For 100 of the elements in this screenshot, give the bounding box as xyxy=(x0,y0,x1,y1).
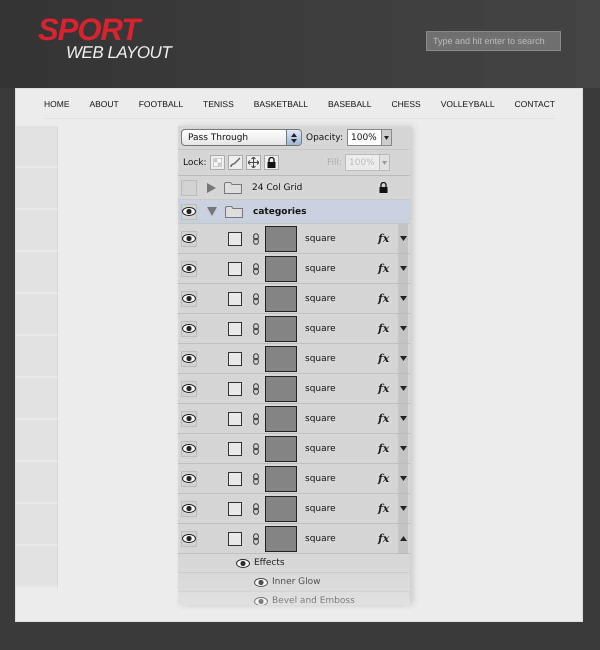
layer-group-name: categories xyxy=(253,206,308,216)
mask-thumbnail xyxy=(228,532,242,546)
layer-thumbnail xyxy=(265,346,297,372)
link-icon xyxy=(253,352,259,364)
mask-thumbnail xyxy=(228,412,242,426)
fx-label: fx xyxy=(378,382,390,395)
layer-group-row[interactable]: 24 Col Grid xyxy=(178,176,410,200)
layer-thumbnail xyxy=(265,256,297,282)
fx-label: fx xyxy=(378,412,390,425)
eye-icon[interactable] xyxy=(181,290,197,306)
layer-name: square xyxy=(305,534,337,544)
dropdown-arrow-icon xyxy=(382,160,387,164)
logo-subtitle: WEB LAYOUT xyxy=(66,44,172,62)
layer-name: square xyxy=(305,414,337,424)
fx-label: fx xyxy=(378,352,390,365)
effects-label: Effects xyxy=(254,558,285,568)
eye-icon[interactable] xyxy=(181,204,197,220)
eye-icon[interactable] xyxy=(181,380,197,396)
link-icon xyxy=(253,322,259,334)
collapsed-triangle-icon[interactable] xyxy=(207,182,216,192)
link-icon xyxy=(253,532,259,544)
nav-link[interactable]: CHESS xyxy=(391,98,421,108)
link-icon xyxy=(253,472,259,484)
fx-label: fx xyxy=(378,322,390,335)
visibility-toggle[interactable] xyxy=(181,180,197,196)
lock-icon[interactable] xyxy=(264,155,279,170)
eye-icon[interactable] xyxy=(181,500,197,516)
layer-thumbnail xyxy=(265,316,297,342)
eye-icon[interactable] xyxy=(254,578,268,586)
mask-thumbnail xyxy=(228,262,242,276)
expanded-triangle-icon[interactable] xyxy=(207,207,217,216)
layer-name: square xyxy=(305,474,337,484)
fx-label: fx xyxy=(378,292,390,305)
mask-thumbnail xyxy=(228,232,242,246)
layer-name: square xyxy=(305,264,337,274)
layer-group-name: 24 Col Grid xyxy=(252,182,304,192)
nav-link[interactable]: BASEBALL xyxy=(328,98,372,108)
layer-name: square xyxy=(305,384,337,394)
lock-label: Lock: xyxy=(183,158,207,168)
mask-thumbnail xyxy=(228,472,242,486)
eye-icon[interactable] xyxy=(181,350,197,366)
eye-icon[interactable] xyxy=(181,470,197,486)
layer-name: square xyxy=(305,324,337,334)
lock-transparency-icon[interactable] xyxy=(210,155,225,170)
link-icon xyxy=(253,232,259,244)
eye-icon[interactable] xyxy=(181,530,197,546)
dropdown-arrow-icon xyxy=(384,136,389,140)
layer-thumbnail xyxy=(265,496,297,522)
layer-thumbnail xyxy=(265,226,297,252)
logo-title: SPORT xyxy=(38,16,172,44)
eye-icon[interactable] xyxy=(181,410,197,426)
layer-name: square xyxy=(305,234,337,244)
link-icon xyxy=(253,382,259,394)
stepper-icon xyxy=(291,132,297,142)
layer-thumbnail xyxy=(265,286,297,312)
fx-label: fx xyxy=(378,502,390,515)
search-field[interactable]: Type and hit enter to search xyxy=(426,31,561,51)
eye-icon[interactable] xyxy=(181,320,197,336)
nav-link[interactable]: FOOTBALL xyxy=(138,98,184,108)
nav-link[interactable]: VOLLEYBALL xyxy=(440,98,495,108)
layer-thumbnail xyxy=(265,406,297,432)
blend-mode-dropdown[interactable]: Pass Through xyxy=(181,129,302,146)
nav-link[interactable]: BASKETBALL xyxy=(254,98,308,108)
mask-thumbnail xyxy=(228,352,242,366)
link-icon xyxy=(253,502,259,514)
link-icon xyxy=(253,292,259,304)
mask-thumbnail xyxy=(228,292,242,306)
layer-thumbnail xyxy=(265,436,297,462)
eye-icon[interactable] xyxy=(181,440,197,456)
opacity-field[interactable]: 100% xyxy=(347,129,392,146)
effect-name: Bevel and Emboss xyxy=(272,596,355,605)
mask-thumbnail xyxy=(228,382,242,396)
move-icon[interactable] xyxy=(246,155,261,170)
mask-thumbnail xyxy=(228,442,242,456)
layer-group-row[interactable]: categories xyxy=(178,200,410,224)
nav-link[interactable]: TENISS xyxy=(203,98,234,108)
link-icon xyxy=(253,412,259,424)
fx-label: fx xyxy=(378,232,390,245)
layer-thumbnail xyxy=(265,466,297,492)
mask-thumbnail xyxy=(228,502,242,516)
folder-icon xyxy=(225,205,243,218)
layer-name: square xyxy=(305,294,337,304)
fx-label: fx xyxy=(378,262,390,275)
fx-label: fx xyxy=(378,532,390,545)
nav-link[interactable]: ABOUT xyxy=(89,98,119,108)
layer-name: square xyxy=(305,444,337,454)
layer-thumbnail xyxy=(265,376,297,402)
effect-name: Inner Glow xyxy=(272,577,321,587)
layer-thumbnail xyxy=(265,526,297,552)
nav-link[interactable]: HOME xyxy=(44,98,70,108)
brush-icon[interactable] xyxy=(228,155,243,170)
nav-link[interactable]: CONTACT xyxy=(514,98,555,108)
fx-label: fx xyxy=(378,472,390,485)
eye-icon[interactable] xyxy=(236,558,250,568)
eye-icon[interactable] xyxy=(181,230,197,246)
eye-icon[interactable] xyxy=(181,260,197,276)
folder-icon xyxy=(224,181,242,194)
fx-label: fx xyxy=(378,442,390,455)
link-icon xyxy=(253,442,259,454)
layer-name: square xyxy=(305,354,337,364)
